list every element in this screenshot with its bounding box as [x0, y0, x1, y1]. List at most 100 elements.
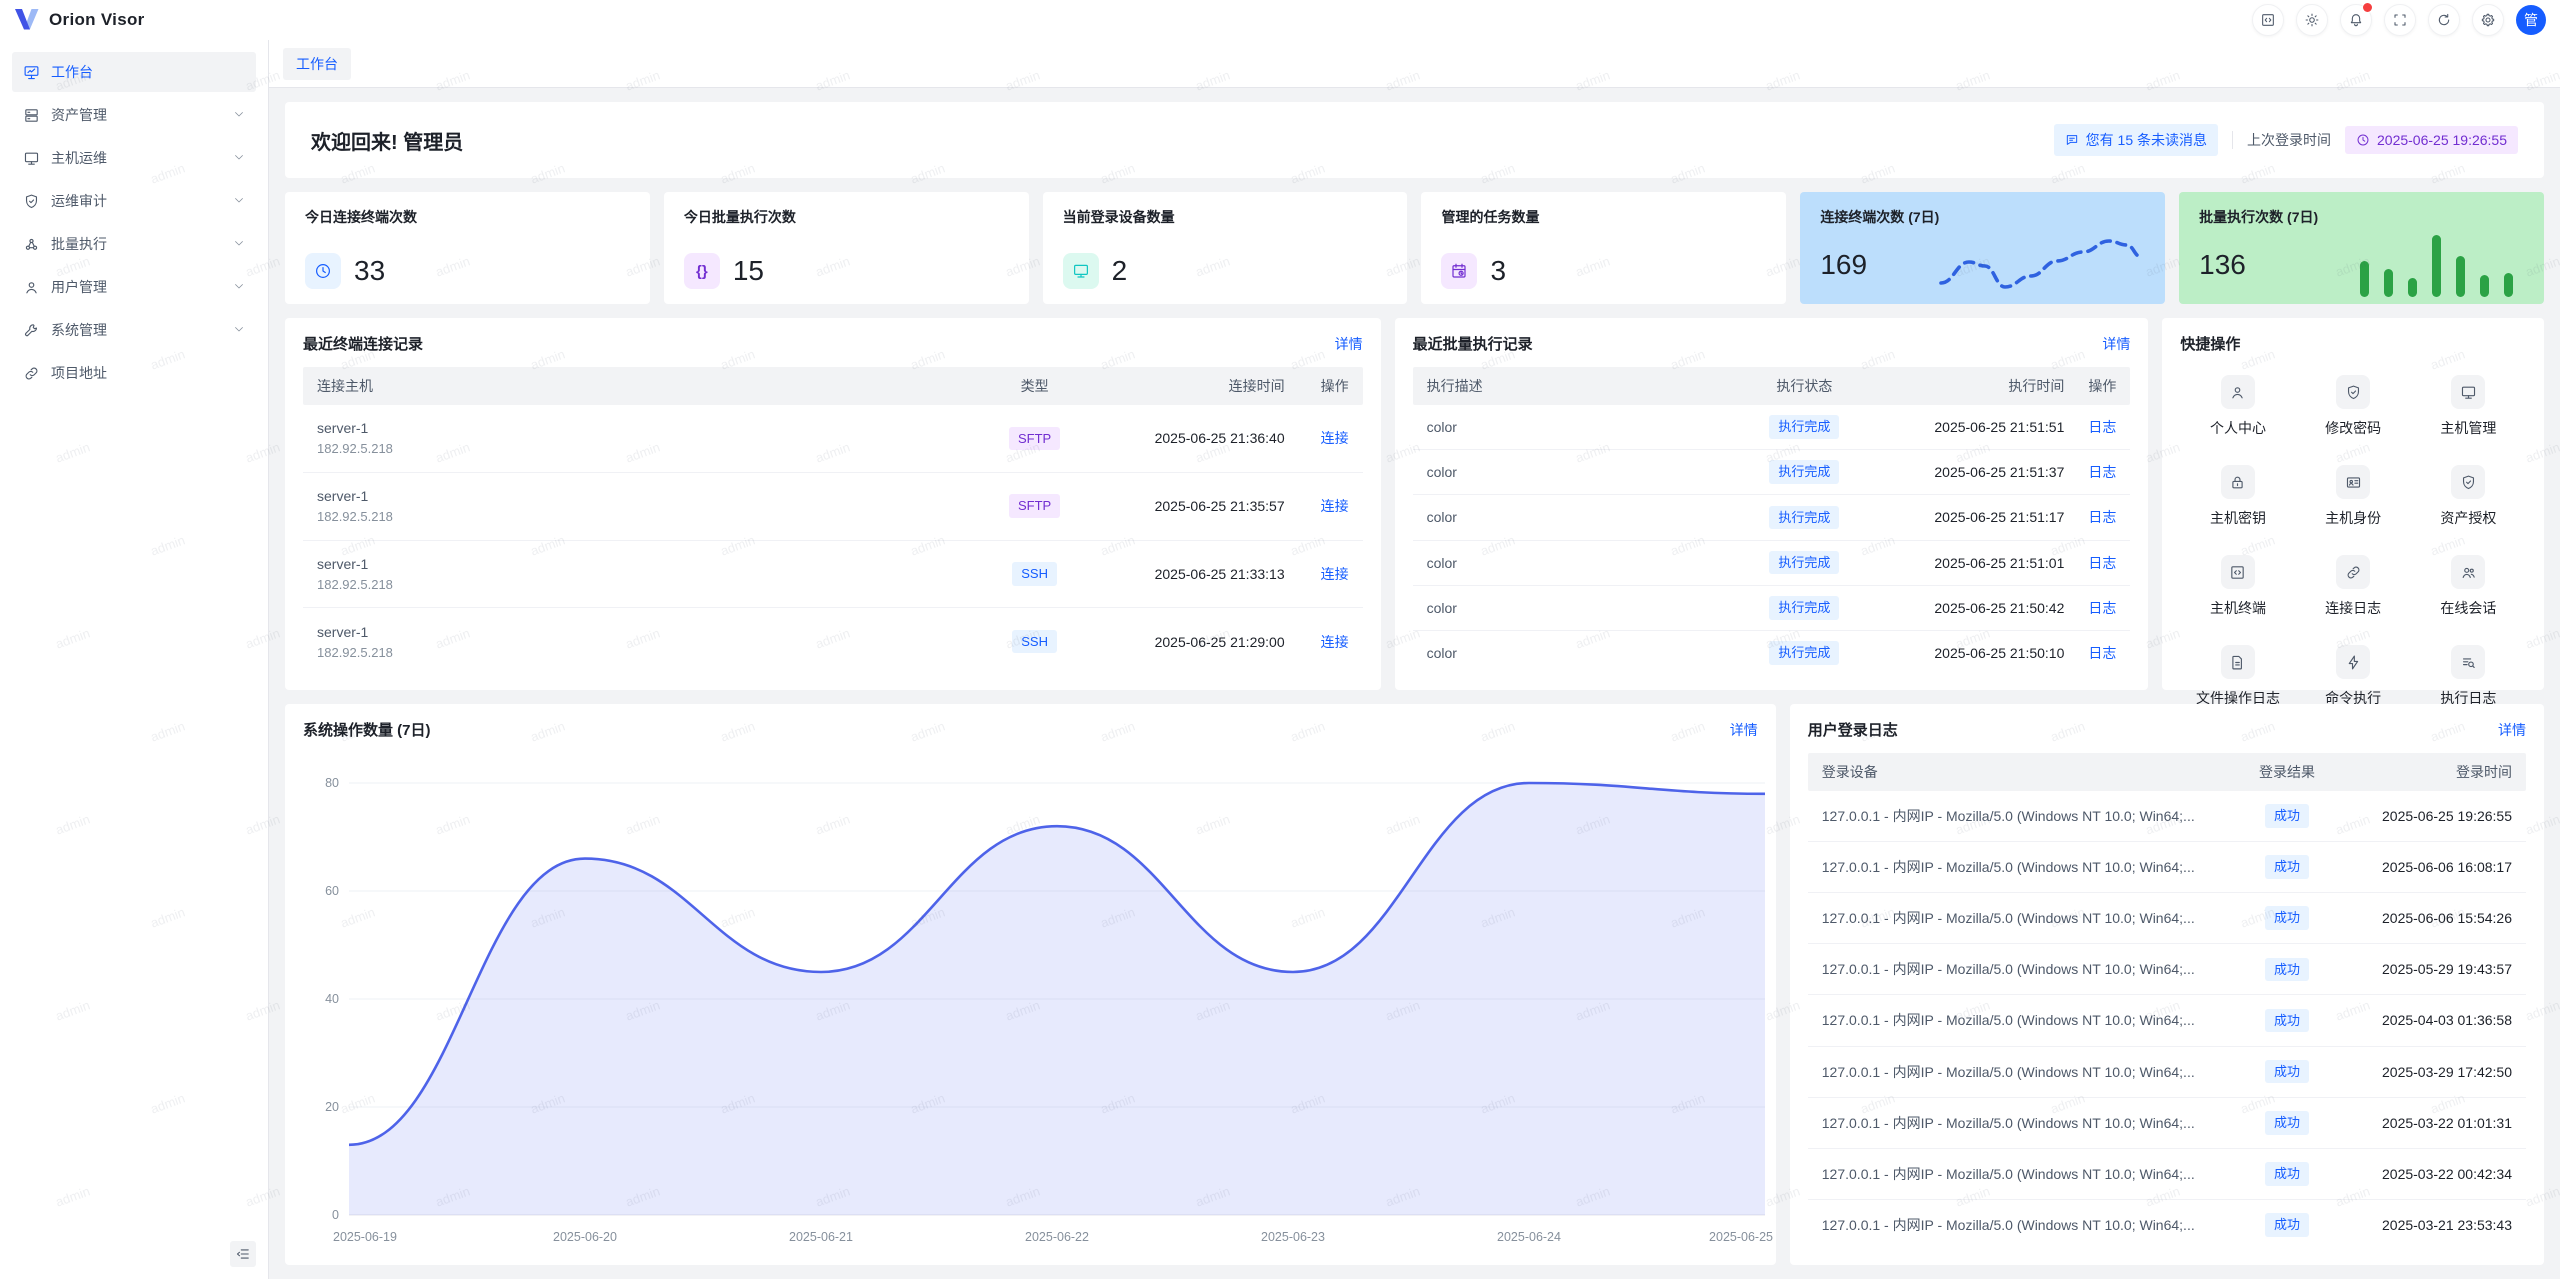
theme-button[interactable] — [2296, 4, 2328, 36]
notification-red-dot — [2362, 2, 2373, 13]
code-square-icon — [2221, 555, 2255, 589]
notifications-button[interactable] — [2340, 4, 2372, 36]
sidebar-item-label: 运维审计 — [51, 191, 222, 211]
user-avatar[interactable]: 管 — [2516, 5, 2546, 35]
sidebar-item-4[interactable]: 运维审计 — [12, 181, 256, 221]
terminal-record-row: server-1182.92.5.218SSH2025-06-25 21:29:… — [303, 608, 1363, 675]
log-link[interactable]: 日志 — [2088, 509, 2116, 525]
header-actions: 管 — [2252, 4, 2546, 36]
terminal-records-panel: 最近终端连接记录 详情 连接主机 类型 连接时间 操作 server-1182.… — [285, 318, 1381, 690]
login-log-row: 127.0.0.1 - 内网IP - Mozilla/5.0 (Windows … — [1808, 791, 2526, 842]
login-log-row: 127.0.0.1 - 内网IP - Mozilla/5.0 (Windows … — [1808, 1200, 2526, 1250]
refresh-button[interactable] — [2428, 4, 2460, 36]
login-device: 127.0.0.1 - 内网IP - Mozilla/5.0 (Windows … — [1822, 1164, 2242, 1184]
sidebar-item-1[interactable]: 工作台 — [12, 52, 256, 92]
quick-action-10[interactable]: 文件操作日志 — [2180, 645, 2295, 708]
log-link[interactable]: 日志 — [2088, 645, 2116, 661]
login-result-badge: 成功 — [2265, 855, 2309, 879]
lock-icon — [2229, 474, 2246, 491]
exec-time: 2025-06-25 21:51:51 — [1864, 419, 2064, 435]
quick-action-9[interactable]: 在线会话 — [2411, 555, 2526, 618]
quick-action-4[interactable]: 主机密钥 — [2180, 465, 2295, 528]
terminal-detail-link[interactable]: 详情 — [1335, 334, 1363, 354]
sidebar-item-label: 工作台 — [51, 62, 245, 82]
chart-detail-link[interactable]: 详情 — [1730, 720, 1758, 740]
shield-check-icon — [2460, 474, 2477, 491]
quick-action-1[interactable]: 个人中心 — [2180, 375, 2295, 438]
connect-link[interactable]: 连接 — [1321, 634, 1349, 650]
quick-action-7[interactable]: 主机终端 — [2180, 555, 2295, 618]
unread-messages-badge[interactable]: 您有 15 条未读消息 — [2054, 124, 2218, 156]
app-logo: Orion Visor — [14, 8, 256, 32]
code-icon — [2260, 12, 2276, 28]
vertical-divider — [2232, 131, 2233, 149]
sidebar-item-6[interactable]: 用户管理 — [12, 267, 256, 307]
stat-label: 管理的任务数量 — [1441, 207, 1766, 227]
sidebar-item-label: 用户管理 — [51, 277, 222, 297]
log-link[interactable]: 日志 — [2088, 600, 2116, 616]
sidebar-item-label: 主机运维 — [51, 148, 222, 168]
cluster-icon — [23, 236, 40, 253]
connect-link[interactable]: 连接 — [1321, 498, 1349, 514]
connect-time: 2025-06-25 21:33:13 — [1085, 566, 1285, 582]
stat-card-6: 批量执行次数 (7日)136 — [2179, 192, 2544, 304]
quick-action-6[interactable]: 资产授权 — [2411, 465, 2526, 528]
connect-link[interactable]: 连接 — [1321, 566, 1349, 582]
exec-detail-link[interactable]: 详情 — [2102, 334, 2130, 354]
exec-status-badge: 执行完成 — [1769, 596, 1839, 620]
sidebar-item-7[interactable]: 系统管理 — [12, 310, 256, 350]
quick-action-11[interactable]: 命令执行 — [2296, 645, 2411, 708]
login-device: 127.0.0.1 - 内网IP - Mozilla/5.0 (Windows … — [1822, 908, 2242, 928]
sidebar-item-8[interactable]: 项目地址 — [12, 353, 256, 393]
sidebar-collapse-button[interactable] — [230, 1241, 256, 1267]
code-button[interactable] — [2252, 4, 2284, 36]
settings-button[interactable] — [2472, 4, 2504, 36]
exec-time: 2025-06-25 21:50:42 — [1864, 600, 2064, 616]
batch-7day-sparkline — [2354, 227, 2524, 303]
sidebar-item-2[interactable]: 资产管理 — [12, 95, 256, 135]
login-device: 127.0.0.1 - 内网IP - Mozilla/5.0 (Windows … — [1822, 1215, 2242, 1235]
breadcrumb-item-workbench[interactable]: 工作台 — [283, 48, 351, 80]
sidebar: 工作台资产管理主机运维运维审计批量执行用户管理系统管理项目地址 — [0, 40, 269, 1279]
log-link[interactable]: 日志 — [2088, 419, 2116, 435]
chevron-down-icon — [233, 151, 245, 163]
sidebar-item-5[interactable]: 批量执行 — [12, 224, 256, 264]
exec-status-badge: 执行完成 — [1769, 506, 1839, 530]
login-log-row: 127.0.0.1 - 内网IP - Mozilla/5.0 (Windows … — [1808, 842, 2526, 893]
login-detail-link[interactable]: 详情 — [2498, 720, 2526, 740]
svg-text:80: 80 — [325, 776, 339, 790]
sidebar-item-3[interactable]: 主机运维 — [12, 138, 256, 178]
log-link[interactable]: 日志 — [2088, 555, 2116, 571]
stat-value: 169 — [1820, 249, 1867, 281]
log-link[interactable]: 日志 — [2088, 464, 2116, 480]
terminal-record-row: server-1182.92.5.218SFTP2025-06-25 21:36… — [303, 405, 1363, 473]
quick-action-2[interactable]: 修改密码 — [2296, 375, 2411, 438]
quick-action-12[interactable]: 执行日志 — [2411, 645, 2526, 708]
quick-actions-panel: 快捷操作 个人中心修改密码主机管理主机密钥主机身份资产授权主机终端连接日志在线会… — [2162, 318, 2544, 690]
quick-action-8[interactable]: 连接日志 — [2296, 555, 2411, 618]
clock-icon — [305, 253, 341, 289]
exec-desc: color — [1427, 464, 1745, 480]
shield-check-icon — [23, 193, 40, 210]
column-header: 操作 — [1285, 376, 1349, 396]
host-ip: 182.92.5.218 — [317, 509, 985, 524]
login-time: 2025-06-25 19:26:55 — [2332, 808, 2512, 824]
fullscreen-button[interactable] — [2384, 4, 2416, 36]
stat-card-5: 连接终端次数 (7日)169 — [1800, 192, 2165, 304]
quick-action-label: 资产授权 — [2440, 508, 2496, 528]
quick-action-3[interactable]: 主机管理 — [2411, 375, 2526, 438]
terminal-7day-sparkline — [1935, 227, 2145, 303]
ops-line-chart: 0204060802025-06-192025-06-202025-06-212… — [303, 753, 1758, 1250]
braces-icon: {} — [696, 263, 708, 280]
quick-action-label: 在线会话 — [2440, 598, 2496, 618]
app-root: Orion Visor 管 工作台资产管理主机运维运维审计批量执行用户管理系统管… — [0, 0, 2560, 1279]
connect-link[interactable]: 连接 — [1321, 430, 1349, 446]
main-area: 工作台 欢迎回来! 管理员 您有 15 条未读消息 上次登录时间 — [269, 40, 2560, 1279]
chevron-down-icon — [233, 279, 245, 295]
column-header: 连接主机 — [317, 376, 985, 396]
host-name: server-1 — [317, 624, 985, 640]
svg-text:2025-06-25: 2025-06-25 — [1709, 1230, 1773, 1244]
quick-action-5[interactable]: 主机身份 — [2296, 465, 2411, 528]
login-log-row: 127.0.0.1 - 内网IP - Mozilla/5.0 (Windows … — [1808, 1149, 2526, 1200]
table-header: 执行描述 执行状态 执行时间 操作 — [1413, 367, 2131, 405]
